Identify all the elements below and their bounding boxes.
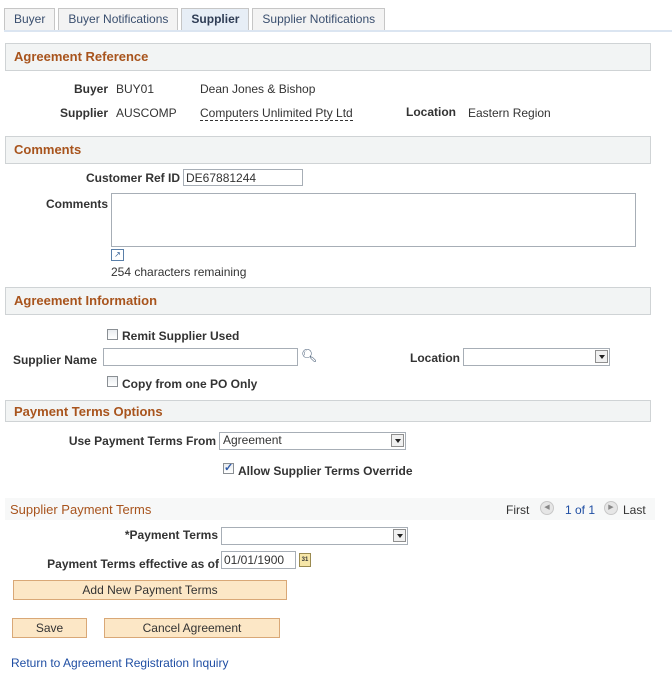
supplier-label: Supplier [59, 106, 108, 120]
search-icon[interactable]: 🔍︎ [301, 348, 318, 364]
cancel-agreement-button[interactable]: Cancel Agreement [104, 618, 280, 638]
location-value: Eastern Region [468, 106, 551, 120]
payment-terms-select[interactable] [221, 527, 408, 545]
chevron-down-icon [595, 350, 608, 363]
nav-first[interactable]: First [506, 503, 529, 517]
allow-override-checkbox[interactable] [223, 461, 234, 474]
location-label: Location [406, 105, 456, 119]
calendar-icon[interactable]: 31 [299, 553, 311, 567]
payment-terms-label: *Payment Terms [124, 528, 218, 542]
section-payment-terms-options: Payment Terms Options [5, 400, 651, 422]
next-icon[interactable]: ▶ [604, 501, 618, 515]
supplier-name[interactable]: Computers Unlimited Pty Ltd [200, 106, 353, 121]
location-select-label: Location [410, 351, 460, 365]
section-title: Comments [14, 142, 82, 157]
chars-remaining: 254 characters remaining [111, 265, 247, 279]
effective-date-label: Payment Terms effective as of [47, 557, 219, 571]
comments-label: Comments [45, 197, 108, 211]
tab-buyer-notifications[interactable]: Buyer Notifications [58, 8, 179, 30]
copy-po-label: Copy from one PO Only [122, 377, 258, 391]
customer-ref-label: Customer Ref ID [85, 171, 180, 185]
return-link[interactable]: Return to Agreement Registration Inquiry [11, 656, 228, 670]
tab-underline [4, 30, 672, 32]
tab-supplier-notifications[interactable]: Supplier Notifications [252, 8, 386, 30]
nav-last[interactable]: Last [623, 503, 646, 517]
section-title: Agreement Information [14, 293, 158, 308]
buyer-id: BUY01 [116, 82, 155, 96]
prev-icon[interactable]: ◀ [540, 501, 554, 515]
allow-override-label: Allow Supplier Terms Override [238, 464, 413, 478]
tab-bar: Buyer Buyer Notifications Supplier Suppl… [4, 8, 388, 31]
section-title: Agreement Reference [14, 49, 149, 64]
use-payment-terms-select[interactable]: Agreement [219, 432, 406, 450]
chevron-down-icon [393, 529, 406, 542]
tab-supplier[interactable]: Supplier [181, 8, 250, 30]
copy-po-checkbox[interactable] [107, 376, 118, 387]
buyer-label: Buyer [73, 82, 108, 96]
comments-textarea[interactable] [111, 193, 636, 247]
chevron-down-icon [391, 434, 404, 447]
section-agreement-reference: Agreement Reference [5, 43, 651, 71]
remit-supplier-checkbox[interactable] [107, 329, 118, 340]
use-payment-terms-label: Use Payment Terms From [68, 434, 216, 448]
section-comments: Comments [5, 136, 651, 164]
supplier-payment-terms-title: Supplier Payment Terms [10, 502, 152, 517]
remit-supplier-label: Remit Supplier Used [122, 329, 240, 343]
save-button[interactable]: Save [12, 618, 87, 638]
supplier-name-label: Supplier Name [12, 353, 97, 367]
nav-count: 1 of 1 [565, 503, 596, 517]
use-payment-terms-value: Agreement [223, 433, 282, 447]
expand-icon[interactable]: ↗ [111, 249, 124, 261]
supplier-name-input[interactable] [103, 348, 298, 366]
effective-date-input[interactable] [221, 551, 296, 569]
add-payment-terms-button[interactable]: Add New Payment Terms [13, 580, 287, 600]
location-select[interactable] [463, 348, 610, 366]
customer-ref-input[interactable] [183, 169, 303, 186]
section-agreement-information: Agreement Information [5, 287, 651, 315]
supplier-id: AUSCOMP [116, 106, 177, 120]
buyer-name: Dean Jones & Bishop [200, 82, 316, 96]
tab-buyer[interactable]: Buyer [4, 8, 56, 30]
section-title: Payment Terms Options [14, 404, 163, 419]
